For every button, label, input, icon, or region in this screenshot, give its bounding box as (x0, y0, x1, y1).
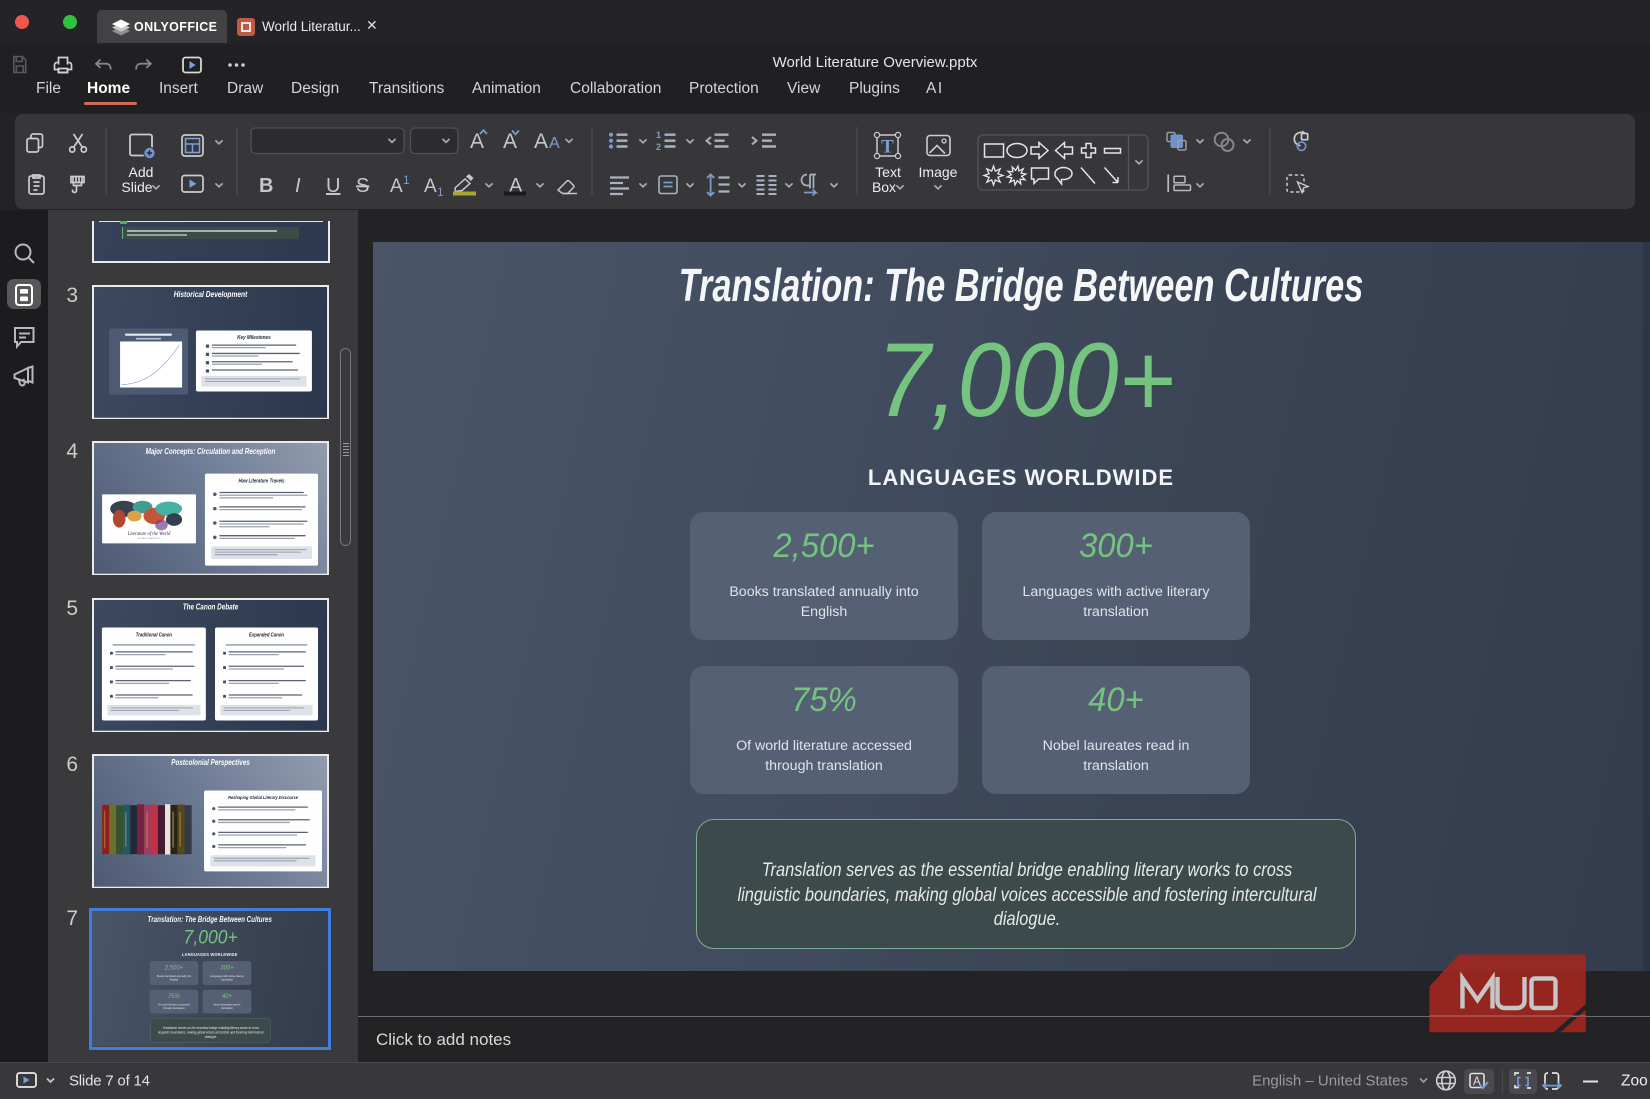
svg-text:1: 1 (403, 173, 410, 187)
svg-text:Add: Add (129, 164, 154, 180)
svg-text:1: 1 (656, 130, 661, 140)
svg-text:A: A (534, 130, 548, 153)
svg-text:A: A (390, 176, 403, 197)
svg-text:B: B (259, 175, 273, 197)
svg-text:Image: Image (919, 164, 958, 180)
svg-text:Zoo: Zoo (1621, 1073, 1648, 1090)
svg-text:Text: Text (875, 164, 901, 180)
svg-text:A: A (549, 135, 560, 152)
svg-text:Slide 7 of 14: Slide 7 of 14 (69, 1073, 150, 1090)
svg-text:S: S (356, 175, 369, 197)
svg-text:Literature of the World: Literature of the World (127, 531, 171, 536)
svg-text:Slide: Slide (121, 179, 152, 195)
svg-text:English – United States: English – United States (1252, 1073, 1408, 1090)
svg-text:A: A (424, 176, 437, 197)
svg-text:I: I (295, 175, 301, 197)
svg-text:BY DAVID DAMROSCH: BY DAVID DAMROSCH (138, 537, 161, 540)
svg-text:A: A (470, 130, 484, 153)
svg-text:U: U (326, 175, 340, 197)
svg-text:2: 2 (656, 142, 661, 152)
svg-text:T: T (881, 137, 894, 158)
svg-text:1: 1 (437, 185, 444, 199)
svg-text:Box: Box (872, 179, 896, 195)
